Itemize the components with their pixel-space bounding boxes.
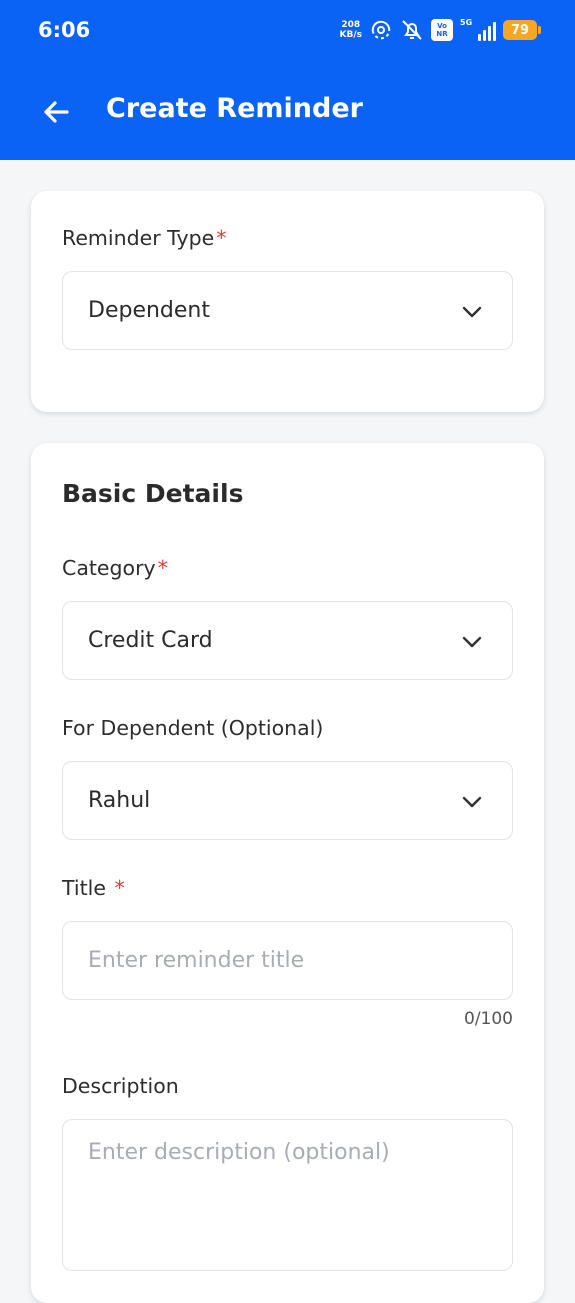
signal-strength-icon: 5G [460, 18, 496, 41]
battery-icon: 79 [503, 20, 541, 40]
reminder-type-card: Reminder Type* Dependent [31, 191, 544, 412]
volte-icon: Vo NR [431, 19, 453, 41]
section-title: Basic Details [62, 479, 244, 508]
back-button[interactable] [36, 92, 76, 132]
status-time: 6:06 [38, 18, 91, 42]
category-label: Category* [62, 554, 168, 582]
required-mark: * [216, 226, 227, 250]
chevron-down-icon [462, 796, 482, 808]
title-label-text: Title [62, 876, 106, 900]
network-type: 5G [460, 18, 473, 27]
dependent-value: Rahul [88, 788, 151, 813]
page-title: Create Reminder [106, 93, 363, 124]
chevron-down-icon [462, 636, 482, 648]
category-dropdown[interactable]: Credit Card [62, 601, 513, 680]
arrow-left-icon [44, 101, 69, 123]
battery-level: 79 [510, 22, 530, 38]
volte-bottom-label: NR [436, 30, 448, 38]
basic-details-card: Basic Details Category* Credit Card For … [31, 443, 544, 1303]
reminder-type-label: Reminder Type* [62, 224, 227, 252]
category-label-text: Category [62, 556, 156, 580]
network-speed-unit: KB/s [339, 30, 362, 40]
app-bar: 6:06 208 KB/s Vo NR 5G 79 Create Reminde… [0, 0, 575, 160]
status-icons: 208 KB/s Vo NR 5G 79 [340, 16, 541, 44]
reminder-type-value: Dependent [88, 298, 210, 323]
title-char-counter: 0/100 [464, 1009, 513, 1029]
dependent-label: For Dependent (Optional) [62, 716, 324, 740]
volte-top-label: Vo [437, 22, 447, 30]
chevron-down-icon [462, 306, 482, 318]
network-speed-value: 208 [341, 20, 361, 30]
required-mark: * [157, 556, 168, 580]
reminder-type-dropdown[interactable]: Dependent [62, 271, 513, 350]
description-label: Description [62, 1074, 179, 1098]
category-value: Credit Card [88, 628, 213, 653]
reminder-type-label-text: Reminder Type [62, 226, 215, 250]
dependent-dropdown[interactable]: Rahul [62, 761, 513, 840]
description-input[interactable] [62, 1119, 513, 1271]
title-input[interactable] [62, 921, 513, 1000]
status-bar: 6:06 208 KB/s Vo NR 5G 79 [0, 0, 575, 60]
title-label: Title * [62, 874, 125, 902]
mute-notifications-icon [402, 20, 422, 40]
hotspot-icon [371, 20, 391, 40]
network-speed: 208 KB/s [340, 20, 362, 40]
required-mark: * [114, 876, 125, 900]
